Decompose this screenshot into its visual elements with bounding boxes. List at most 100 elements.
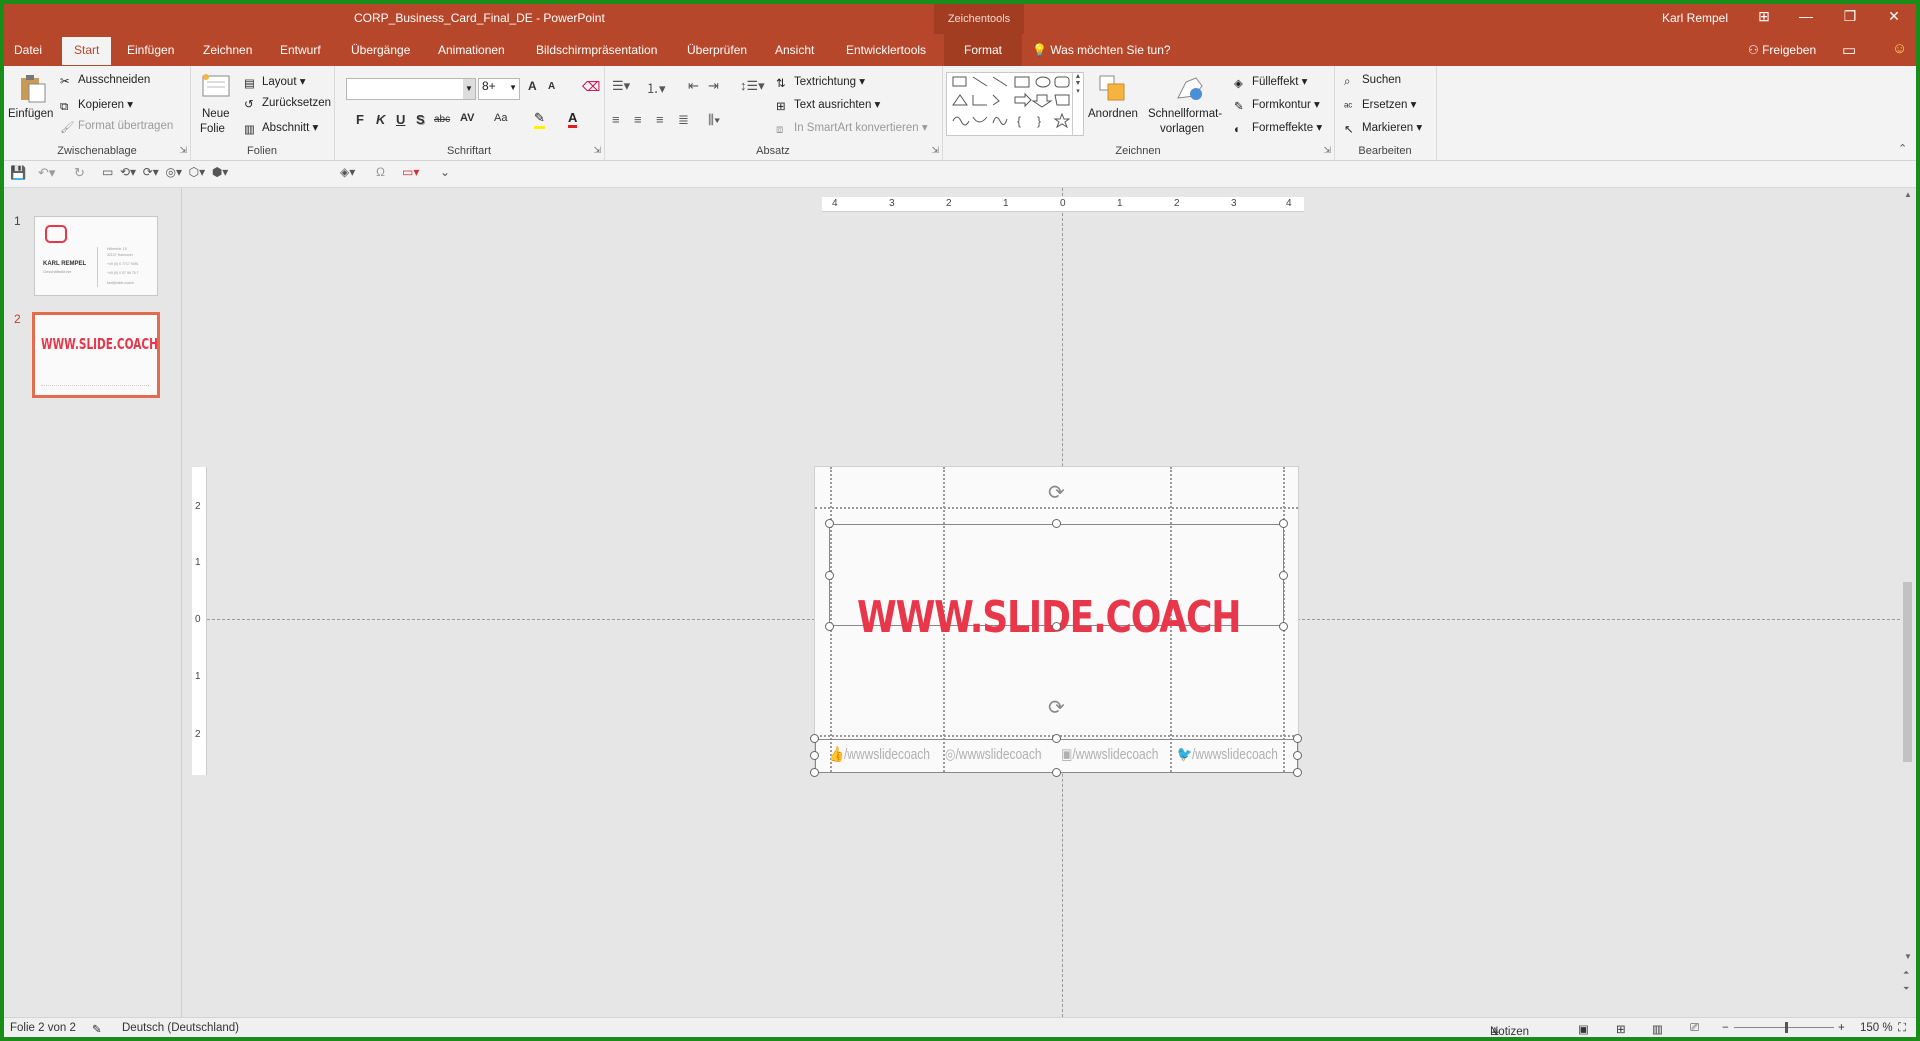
comment-icon[interactable]: ▭ bbox=[1842, 41, 1856, 59]
paste-button[interactable]: Einfügen bbox=[8, 108, 53, 120]
gallery-scroll-icon[interactable]: ▲ ▼ ▾ bbox=[1072, 73, 1083, 135]
resize-handle[interactable] bbox=[1293, 768, 1302, 777]
slideshow-icon[interactable]: ⎚ bbox=[1690, 1022, 1699, 1035]
grow-font-button[interactable]: A bbox=[528, 79, 537, 93]
shape-effects-button[interactable]: ◐ Formeffekte ▾ bbox=[1234, 120, 1322, 136]
normal-view-icon[interactable]: ▣ bbox=[1578, 1022, 1589, 1036]
drawing-launcher-icon[interactable]: ⇲ bbox=[1323, 145, 1331, 156]
highlight-icon[interactable]: ✎ bbox=[534, 110, 545, 129]
quick-styles-icon[interactable] bbox=[1174, 72, 1206, 104]
slide-editing-canvas[interactable]: WWW.SLIDE.COACH ⟳ ⟳ 👍/wwwslidecoach ◎/ww bbox=[182, 188, 1900, 1017]
tab-entwicklertools[interactable]: Entwicklertools bbox=[846, 43, 926, 57]
previous-slide-icon[interactable]: ⏶ bbox=[1903, 968, 1909, 978]
language-indicator[interactable]: Deutsch (Deutschland) bbox=[122, 1022, 239, 1034]
new-slide-label-2[interactable]: Folie bbox=[200, 123, 225, 135]
slide-thumbnail-1[interactable]: KARL REMPEL Geschäftsführer Hilbertstr. … bbox=[34, 216, 158, 296]
paste-icon[interactable] bbox=[16, 72, 48, 104]
shape-fill-button[interactable]: ◈ Fülleffekt ▾ bbox=[1234, 74, 1307, 90]
shrink-font-button[interactable]: A bbox=[548, 81, 555, 92]
scroll-down-icon[interactable]: ▼ bbox=[1904, 952, 1912, 961]
bold-button[interactable]: F bbox=[356, 112, 364, 127]
scroll-thumb[interactable] bbox=[1903, 582, 1912, 762]
resize-handle[interactable] bbox=[1052, 768, 1061, 777]
new-slide-icon[interactable] bbox=[200, 72, 232, 104]
omega-icon[interactable]: Ω bbox=[376, 165, 385, 179]
tab-entwurf[interactable]: Entwurf bbox=[280, 43, 321, 57]
slide-canvas[interactable]: WWW.SLIDE.COACH ⟳ ⟳ 👍/wwwslidecoach ◎/ww bbox=[810, 466, 1302, 777]
zoom-in-icon[interactable]: + bbox=[1838, 1022, 1845, 1034]
paragraph-launcher-icon[interactable]: ⇲ bbox=[931, 145, 939, 156]
zoom-out-icon[interactable]: − bbox=[1722, 1022, 1729, 1034]
tab-einfuegen[interactable]: Einfügen bbox=[127, 43, 174, 57]
character-spacing-button[interactable]: AV bbox=[460, 112, 474, 124]
rotate-handle-icon[interactable]: ⟳ bbox=[1048, 480, 1065, 505]
strikethrough-button[interactable]: abc bbox=[434, 114, 450, 125]
resize-handle[interactable] bbox=[1293, 751, 1302, 760]
toolbar-icons-row[interactable]: ▭ ⟲▾ ⟳▾ ◎▾ ⬡▾ ⬢▾ bbox=[102, 165, 228, 179]
spellcheck-icon[interactable]: ✎ bbox=[92, 1022, 102, 1036]
resize-handle[interactable] bbox=[1052, 622, 1061, 631]
reading-view-icon[interactable]: ▥ bbox=[1652, 1022, 1663, 1036]
line-spacing-icon[interactable]: ↕☰▾ bbox=[740, 78, 765, 94]
tell-me-box[interactable]: 💡 Was möchten Sie tun? bbox=[1032, 43, 1171, 57]
tab-ueberpruefen[interactable]: Überprüfen bbox=[687, 43, 747, 57]
tab-animationen[interactable]: Animationen bbox=[438, 43, 505, 57]
quick-styles-label-2[interactable]: vorlagen bbox=[1160, 123, 1204, 135]
resize-handle[interactable] bbox=[1052, 519, 1061, 528]
align-center-icon[interactable]: ≡ bbox=[634, 112, 642, 127]
horizontal-ruler[interactable]: 4 3 2 1 0 1 2 3 4 bbox=[822, 197, 1304, 212]
align-text-button[interactable]: ⊞ Text ausrichten ▾ bbox=[776, 97, 880, 113]
tab-bildschirmpraesentation[interactable]: Bildschirmpräsentation bbox=[536, 43, 657, 57]
columns-icon[interactable]: ⫼▾ bbox=[708, 112, 720, 128]
zoom-slider-track[interactable] bbox=[1734, 1027, 1834, 1028]
scroll-up-icon[interactable]: ▲ bbox=[1904, 190, 1912, 199]
arrange-icon[interactable] bbox=[1096, 72, 1128, 104]
customize-toolbar-icon[interactable]: ⌄ bbox=[440, 165, 450, 179]
resize-handle[interactable] bbox=[825, 571, 834, 580]
increase-indent-icon[interactable]: ⇥ bbox=[708, 78, 719, 94]
resize-handle[interactable] bbox=[1293, 734, 1302, 743]
resize-handle[interactable] bbox=[810, 734, 819, 743]
cut-button[interactable]: ✂ Ausschneiden bbox=[60, 74, 150, 88]
zoom-level[interactable]: 150 % bbox=[1860, 1022, 1893, 1034]
italic-button[interactable]: K bbox=[376, 112, 385, 127]
collapse-ribbon-icon[interactable]: ⌃ bbox=[1898, 142, 1907, 155]
rotate-handle-icon[interactable]: ⟳ bbox=[1048, 695, 1065, 720]
tab-zeichnen[interactable]: Zeichnen bbox=[203, 43, 252, 57]
resize-handle[interactable] bbox=[1279, 622, 1288, 631]
slide-sorter-icon[interactable]: ⊞ bbox=[1616, 1022, 1626, 1036]
copy-button[interactable]: ⧉ Kopieren ▾ bbox=[60, 97, 133, 113]
tab-uebergaenge[interactable]: Übergänge bbox=[351, 43, 410, 57]
change-case-button[interactable]: Aa bbox=[494, 112, 507, 124]
justify-icon[interactable]: ≣ bbox=[678, 112, 689, 128]
user-name[interactable]: Karl Rempel bbox=[1662, 11, 1728, 25]
quick-styles-label-1[interactable]: Schnellformat- bbox=[1148, 108, 1222, 120]
redo-icon[interactable]: ↻ bbox=[74, 165, 85, 181]
tab-datei[interactable]: Datei bbox=[14, 43, 42, 57]
arrange-button[interactable]: Anordnen bbox=[1088, 108, 1138, 120]
outline-color-icon[interactable]: ▭▾ bbox=[402, 165, 419, 179]
decrease-indent-icon[interactable]: ⇤ bbox=[688, 78, 699, 94]
fit-slide-icon[interactable]: ⛶ bbox=[1898, 1022, 1906, 1035]
minimize-button[interactable]: — bbox=[1786, 8, 1826, 24]
section-button[interactable]: ▥ Abschnitt ▾ bbox=[244, 120, 318, 136]
clear-format-icon[interactable]: ⌫ bbox=[582, 79, 600, 95]
numbering-icon[interactable]: ⒈▾ bbox=[646, 78, 666, 97]
vertical-ruler[interactable]: 2 1 0 1 2 bbox=[192, 467, 207, 775]
resize-handle[interactable] bbox=[825, 622, 834, 631]
shadow-button[interactable]: S bbox=[416, 112, 425, 127]
font-name-dropdown[interactable]: ▼ bbox=[346, 78, 476, 100]
replace-button[interactable]: ᵃᶜ Ersetzen ▾ bbox=[1344, 97, 1416, 113]
underline-button[interactable]: U bbox=[396, 112, 405, 127]
headline-text[interactable]: WWW.SLIDE.COACH bbox=[857, 592, 1241, 643]
close-button[interactable]: ✕ bbox=[1874, 8, 1914, 25]
next-slide-icon[interactable]: ⏷ bbox=[1903, 984, 1909, 994]
tab-start[interactable]: Start bbox=[62, 37, 112, 65]
shape-outline-button[interactable]: ✎ Formkontur ▾ bbox=[1234, 97, 1320, 113]
resize-handle[interactable] bbox=[810, 751, 819, 760]
bullets-icon[interactable]: ☰▾ bbox=[612, 78, 630, 94]
font-size-dropdown[interactable]: 8+ ▼ bbox=[478, 78, 520, 100]
find-button[interactable]: ⌕ Suchen bbox=[1344, 74, 1401, 88]
resize-handle[interactable] bbox=[1052, 734, 1061, 743]
text-direction-button[interactable]: ⇅ Textrichtung ▾ bbox=[776, 74, 865, 90]
